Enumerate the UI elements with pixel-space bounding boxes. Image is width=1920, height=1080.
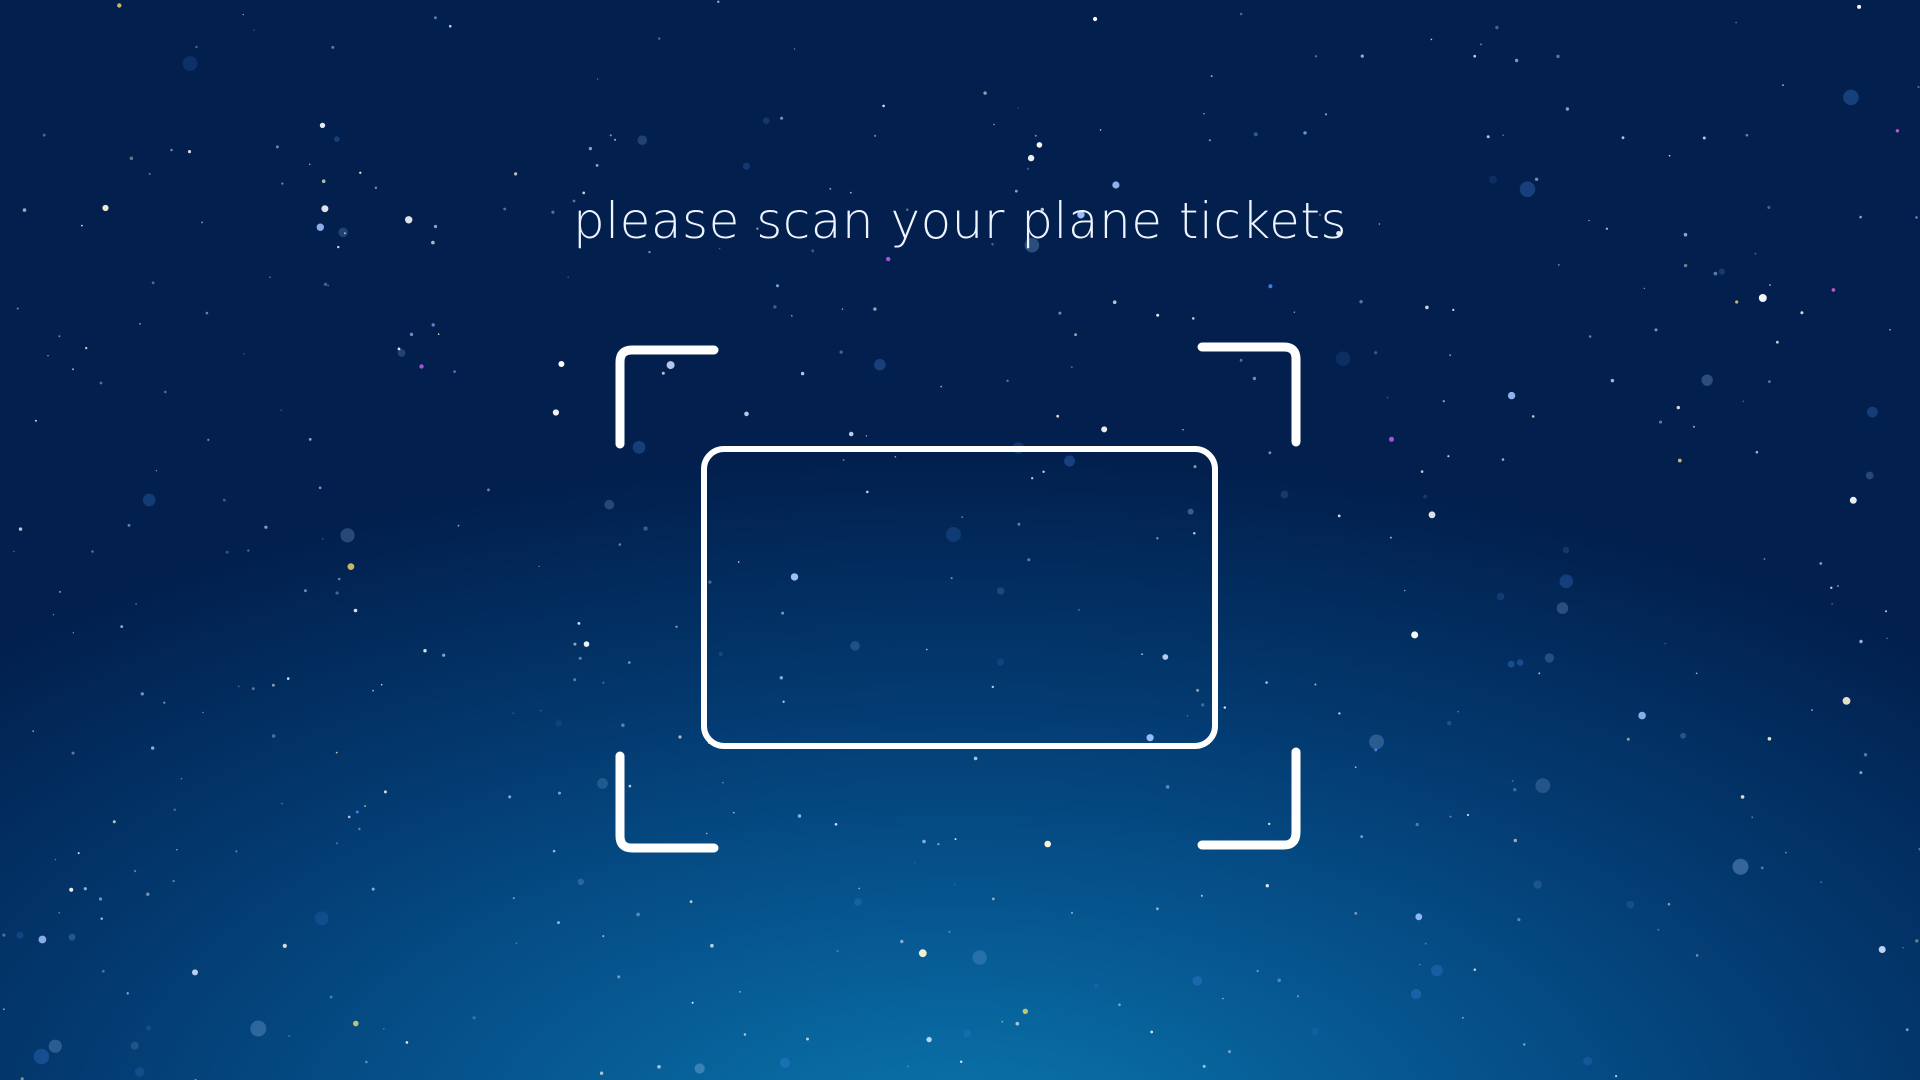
ticket-outline-icon [701,446,1218,749]
scan-frame-icon [615,342,1301,853]
scan-corner-top-right [1197,342,1301,447]
scan-screen: please scan your plane tickets [0,0,1920,1080]
scan-corner-bottom-right [1197,747,1301,850]
scan-corner-top-left [615,345,719,449]
scan-corner-bottom-left [615,751,719,853]
